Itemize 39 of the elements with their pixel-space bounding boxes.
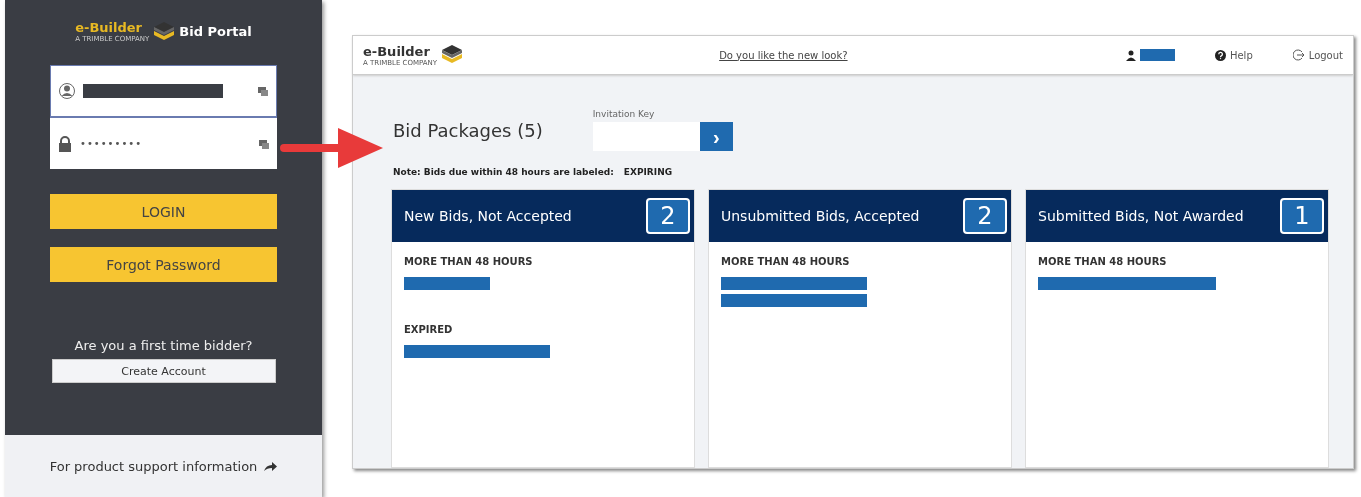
login-button[interactable]: LOGIN (50, 194, 277, 229)
brand-name: e-Builder (75, 20, 142, 35)
card-icon (258, 86, 268, 96)
card-title: New Bids, Not Accepted (404, 208, 572, 224)
cube-logo-icon (440, 44, 465, 66)
count-badge: 2 (646, 198, 690, 234)
lock-icon (58, 135, 72, 152)
create-account-button[interactable]: Create Account (51, 359, 276, 383)
expiring-label: EXPIRING (623, 167, 673, 177)
group-heading: MORE THAN 48 HOURS (1038, 256, 1168, 267)
group-heading: MORE THAN 48 HOURS (404, 256, 534, 267)
help-icon (1214, 49, 1226, 61)
group-heading: EXPIRED (404, 324, 454, 335)
support-link[interactable]: For product support information (49, 458, 258, 474)
help-link[interactable]: Help (1229, 49, 1253, 61)
count-badge: 1 (1280, 198, 1324, 234)
logout-icon (1292, 49, 1305, 61)
logout-link[interactable]: Logout (1308, 49, 1343, 61)
feedback-link[interactable]: Do you like the new look? (719, 49, 848, 61)
user-icon (1125, 49, 1136, 61)
forgot-password-button[interactable]: Forgot Password (50, 247, 277, 282)
count-badge: 2 (963, 198, 1007, 234)
user-icon (59, 82, 75, 100)
card-title: Submitted Bids, Not Awarded (1038, 208, 1244, 224)
brand-name: e-Builder (363, 43, 430, 59)
product-name: Bid Portal (179, 24, 252, 39)
redaction-bar (1139, 49, 1175, 61)
share-arrow-icon (263, 460, 278, 472)
group-heading: MORE THAN 48 HOURS (721, 256, 851, 267)
page-title: Bid Packages (5) (393, 120, 543, 141)
note-text: Note: Bids due within 48 hours are labeled: (393, 167, 614, 177)
card-icon (259, 138, 269, 149)
submit-button[interactable]: › (699, 122, 733, 151)
invitation-key-field[interactable] (592, 122, 700, 151)
cube-logo-icon (152, 20, 177, 43)
field-label: Invitation Key (592, 109, 656, 119)
card-title: Unsubmitted Bids, Accepted (721, 208, 920, 224)
username-field[interactable] (50, 65, 277, 117)
signup-prompt: Are you a first time bidder? (74, 338, 253, 353)
